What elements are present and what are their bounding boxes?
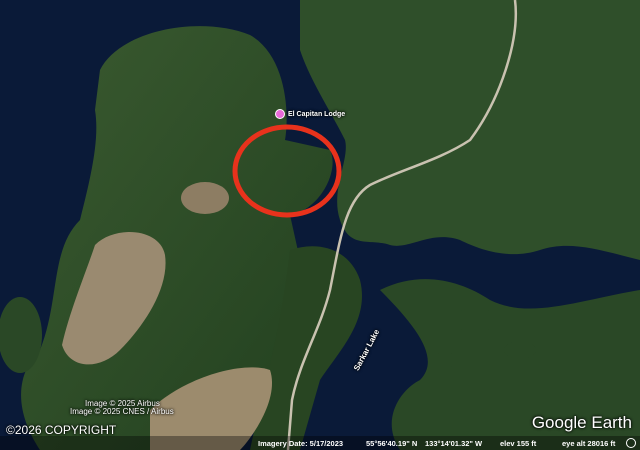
elevation-readout: elev 155 ft [500,438,537,448]
map-view[interactable]: El Capitan Lodge Sarkar Lake Image © 202… [0,0,640,450]
lodge-pin-icon[interactable] [275,109,285,119]
copyright-text: ©2026 COPYRIGHT [6,423,117,437]
satellite-imagery[interactable] [0,0,640,450]
lake-island [504,341,536,359]
longitude-readout: 133°14'01.32" W [425,438,483,448]
status-bar: Imagery Date: 5/17/2023 55°56'40.19" N 1… [0,436,640,450]
imagery-date: Imagery Date: 5/17/2023 [258,438,344,448]
compass-icon[interactable] [626,438,636,448]
east-landmass [300,0,640,260]
latitude-readout: 55°56'40.19" N [366,438,418,448]
google-earth-logo: Google Earth [531,413,632,432]
lake-island [433,352,457,368]
small-island [0,297,42,373]
clearcut-patch [181,182,229,214]
place-label[interactable]: El Capitan Lodge [288,111,345,118]
imagery-credit: Image © 2025 CNES / Airbus [70,407,174,416]
lake-island [453,308,497,332]
lodge-marker[interactable]: El Capitan Lodge [275,109,345,119]
eye-altitude-readout: eye alt 28016 ft [562,438,616,448]
